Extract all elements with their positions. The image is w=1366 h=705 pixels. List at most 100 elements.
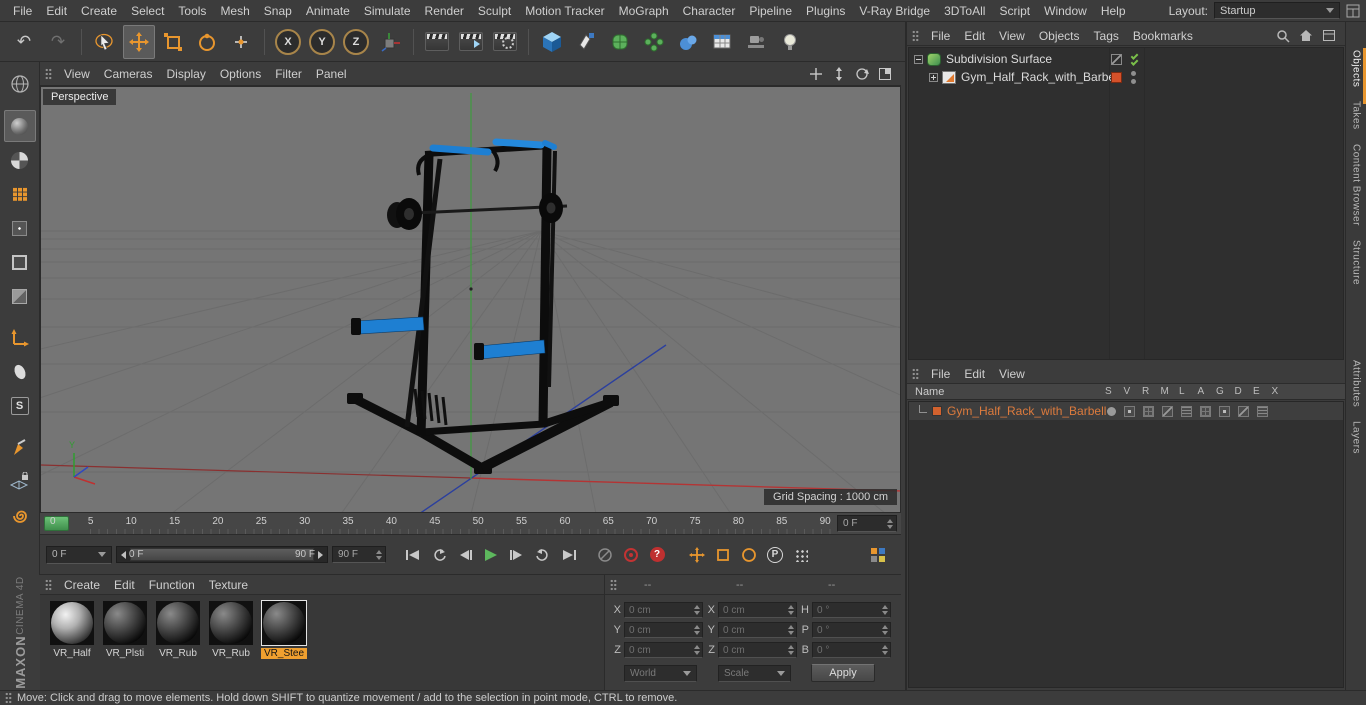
last-used-tool[interactable]	[225, 25, 257, 59]
material-thumbnail[interactable]	[103, 601, 147, 645]
layers-menu-edit[interactable]: Edit	[957, 367, 992, 381]
timeline-ruler[interactable]: 0 5 10 15 20 25 30 35 40 45 50 55 60 65 …	[40, 513, 901, 535]
orbit-view-icon[interactable]	[854, 66, 870, 82]
solo-dot-icon[interactable]	[1107, 406, 1116, 416]
tab-objects[interactable]: Objects	[1351, 50, 1362, 87]
world-dropdown[interactable]: World	[624, 665, 697, 682]
size-x-field[interactable]: 0 cm	[718, 602, 797, 618]
position-y-field[interactable]: 0 cm	[624, 622, 703, 638]
material-item[interactable]: VR_Half	[48, 601, 96, 659]
play-button[interactable]	[478, 544, 504, 566]
points-mode-button[interactable]	[4, 212, 36, 244]
loop-playback-button[interactable]	[530, 544, 556, 566]
material-thumbnail[interactable]	[156, 601, 200, 645]
slider-left-arrow-icon[interactable]	[121, 550, 126, 559]
viewport-menu-panel[interactable]: Panel	[309, 67, 354, 81]
apply-button[interactable]: Apply	[811, 664, 875, 682]
object-tree[interactable]: Subdivision Surface Gym_Half_Rack_with_B…	[908, 47, 1344, 360]
menu-edit[interactable]: Edit	[39, 4, 74, 18]
viewport-menu-cameras[interactable]: Cameras	[97, 67, 160, 81]
objects-menu-tags[interactable]: Tags	[1087, 29, 1126, 43]
scale-tool[interactable]	[157, 25, 189, 59]
panel-grip-icon[interactable]	[912, 29, 919, 42]
object-row-subdivision-surface[interactable]: Subdivision Surface	[909, 50, 1343, 68]
menu-create[interactable]: Create	[74, 4, 124, 18]
key-parameter-button[interactable]: P	[762, 544, 788, 566]
menu-tools[interactable]: Tools	[171, 4, 213, 18]
material-label[interactable]: VR_Plsti	[106, 648, 144, 659]
material-label[interactable]: VR_Half	[53, 648, 90, 659]
rotation-p-field[interactable]: 0 °	[812, 622, 891, 638]
spreadsheet-button[interactable]	[706, 25, 738, 59]
stepper-icon[interactable]	[786, 605, 795, 615]
menu-mograph[interactable]: MoGraph	[612, 4, 676, 18]
stepper-icon[interactable]	[786, 645, 795, 655]
render-settings-button[interactable]	[489, 25, 521, 59]
menu-render[interactable]: Render	[418, 4, 471, 18]
lock-z-axis-button[interactable]: Z	[343, 28, 369, 55]
visible-toggle-icon[interactable]	[1124, 405, 1135, 417]
stepper-icon[interactable]	[880, 605, 889, 615]
stepper-icon[interactable]	[880, 625, 889, 635]
lock-toggle-icon[interactable]	[1181, 405, 1192, 417]
add-spline-pen-button[interactable]	[570, 25, 602, 59]
render-picture-viewer-button[interactable]	[455, 25, 487, 59]
position-x-field[interactable]: 0 cm	[624, 602, 703, 618]
viewport-menu-display[interactable]: Display	[159, 67, 212, 81]
material-thumbnail[interactable]	[261, 600, 307, 646]
col-r[interactable]: R	[1142, 386, 1161, 397]
materials-menu-texture[interactable]: Texture	[202, 578, 255, 592]
subdivision-surface-button[interactable]	[604, 25, 636, 59]
layer-label[interactable]: Gym_Half_Rack_with_Barbell	[947, 404, 1106, 418]
material-label[interactable]: VR_Stee	[260, 648, 308, 659]
polygons-mode-button[interactable]	[4, 280, 36, 312]
layer-color-swatch[interactable]	[932, 406, 942, 416]
menu-window[interactable]: Window	[1037, 4, 1094, 18]
tab-layers[interactable]: Layers	[1351, 421, 1362, 454]
menu-script[interactable]: Script	[992, 4, 1037, 18]
texture-tag-icon[interactable]	[1111, 71, 1122, 83]
expand-toggle-icon[interactable]	[929, 72, 938, 82]
generators-toggle-icon[interactable]	[1219, 405, 1230, 417]
play-backwards-button[interactable]	[426, 544, 452, 566]
lock-y-axis-button[interactable]: Y	[309, 28, 335, 55]
menu-character[interactable]: Character	[676, 4, 743, 18]
objects-menu-bookmarks[interactable]: Bookmarks	[1126, 29, 1200, 43]
goto-start-button[interactable]	[400, 544, 426, 566]
col-s[interactable]: S	[1105, 386, 1124, 397]
material-item-selected[interactable]: VR_Stee	[260, 600, 308, 659]
panel-grip-icon[interactable]	[45, 67, 52, 80]
previous-frame-button[interactable]	[452, 544, 478, 566]
menu-motion-tracker[interactable]: Motion Tracker	[518, 4, 611, 18]
array-cloner-button[interactable]	[638, 25, 670, 59]
viewport-menu-options[interactable]: Options	[213, 67, 268, 81]
move-tool[interactable]	[123, 24, 155, 59]
next-frame-button[interactable]	[504, 544, 530, 566]
stepper-icon[interactable]	[374, 549, 383, 560]
viewport-menu-filter[interactable]: Filter	[268, 67, 309, 81]
menu-select[interactable]: Select	[124, 4, 171, 18]
visibility-dots-icon[interactable]	[1131, 70, 1136, 84]
object-icon[interactable]	[942, 70, 956, 84]
workplane-lock-button[interactable]	[4, 466, 36, 498]
scale-dropdown[interactable]: Scale	[718, 665, 791, 682]
position-z-field[interactable]: 0 cm	[624, 642, 703, 658]
stepper-icon[interactable]	[885, 518, 894, 529]
keying-selection-icon[interactable]	[865, 544, 891, 566]
menu-3dtoall[interactable]: 3DToAll	[937, 4, 992, 18]
material-item[interactable]: VR_Plsti	[101, 601, 149, 659]
objects-menu-file[interactable]: File	[924, 29, 957, 43]
col-g[interactable]: G	[1216, 386, 1235, 397]
model-mode-button[interactable]	[3, 110, 36, 142]
pan-view-icon[interactable]	[808, 66, 824, 82]
subdivision-surface-icon[interactable]	[927, 52, 941, 66]
objects-menu-objects[interactable]: Objects	[1032, 29, 1087, 43]
tab-attributes[interactable]: Attributes	[1351, 360, 1362, 407]
rotation-b-field[interactable]: 0 °	[812, 642, 891, 658]
key-position-button[interactable]	[684, 544, 710, 566]
stepper-icon[interactable]	[880, 645, 889, 655]
col-d[interactable]: D	[1235, 386, 1254, 397]
menu-pipeline[interactable]: Pipeline	[742, 4, 799, 18]
scene-camera-button[interactable]	[740, 25, 772, 59]
goto-end-button[interactable]	[556, 544, 582, 566]
